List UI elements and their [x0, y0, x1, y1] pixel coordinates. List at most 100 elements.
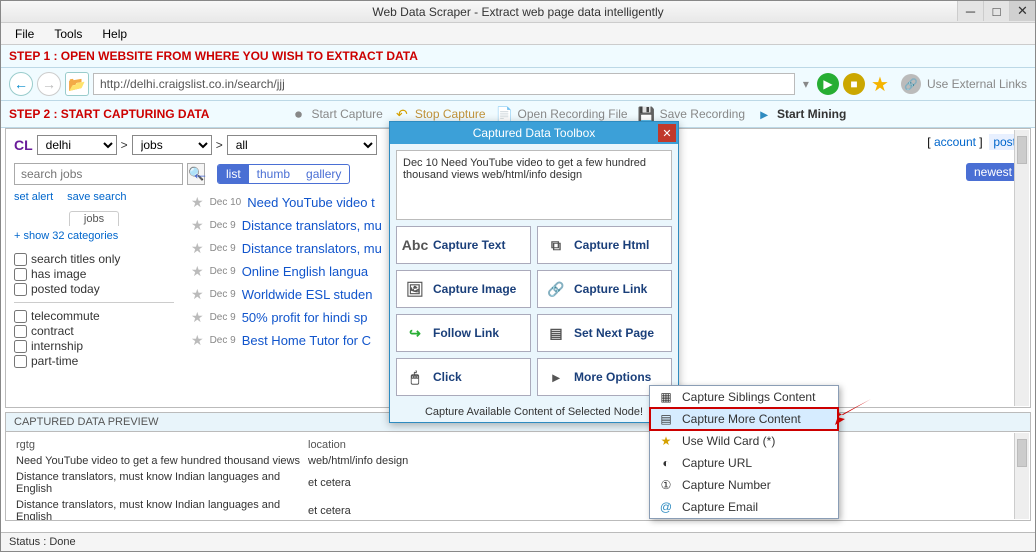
siblings-icon: ▦	[658, 390, 674, 404]
more-icon: ▸	[546, 367, 566, 387]
play-icon: ▸	[755, 105, 773, 123]
modal-close-button[interactable]: ✕	[658, 124, 676, 142]
sort-newest[interactable]: newest	[966, 163, 1020, 181]
star-icon[interactable]: ★	[191, 217, 204, 234]
cl-logo[interactable]: CL	[14, 137, 33, 153]
click-icon: 🖱	[405, 367, 425, 387]
url-dropdown-icon[interactable]: ▾	[799, 77, 813, 91]
star-icon[interactable]: ★	[191, 194, 204, 211]
start-capture-button[interactable]: ⏺Start Capture	[289, 105, 382, 123]
stop-button[interactable]: ■	[843, 73, 865, 95]
image-icon: 🖼	[405, 279, 425, 299]
ctx-wildcard[interactable]: ★Use Wild Card (*)	[650, 430, 838, 452]
link-icon: 🔗	[546, 279, 566, 299]
star-icon[interactable]: ★	[191, 286, 204, 303]
record-icon: ⏺	[289, 105, 307, 123]
menu-help[interactable]: Help	[94, 25, 135, 43]
click-button[interactable]: 🖱Click	[396, 358, 531, 396]
capture-text-button[interactable]: AbcCapture Text	[396, 226, 531, 264]
url-input[interactable]	[93, 73, 795, 95]
filter-has-image[interactable]: has image	[14, 267, 174, 281]
search-input[interactable]	[14, 163, 183, 185]
more-content-icon: ▤	[658, 412, 674, 426]
menu-tools[interactable]: Tools	[46, 25, 90, 43]
table-row: Distance translators, must know Indian l…	[16, 498, 1020, 520]
menu-bar: File Tools Help	[1, 23, 1035, 45]
star-icon[interactable]: ★	[191, 332, 204, 349]
filter-posted-today[interactable]: posted today	[14, 282, 174, 296]
set-alert-link[interactable]: set alert	[14, 191, 53, 203]
account-links: [ account ] post	[927, 135, 1020, 149]
forward-button[interactable]: →	[37, 72, 61, 96]
ctx-capture-more[interactable]: ▤Capture More Content	[650, 408, 838, 430]
set-next-page-button[interactable]: ▤Set Next Page	[537, 314, 672, 352]
favorite-button[interactable]: ★	[869, 73, 891, 95]
ctx-capture-number[interactable]: ①Capture Number	[650, 474, 838, 496]
table-row: Distance translators, must know Indian l…	[16, 470, 1020, 496]
preview-panel: CAPTURED DATA PREVIEW rgtglocation Need …	[5, 412, 1031, 521]
category-select[interactable]: jobs	[132, 135, 212, 155]
filter-internship[interactable]: internship	[14, 339, 174, 353]
filter-contract[interactable]: contract	[14, 324, 174, 338]
view-gallery[interactable]: gallery	[298, 165, 349, 183]
modal-title: Captured Data Toolbox ✕	[390, 122, 678, 144]
capture-image-button[interactable]: 🖼Capture Image	[396, 270, 531, 308]
table-row: Need YouTube video to get a few hundred …	[16, 454, 1020, 468]
capture-html-button[interactable]: ⧉Capture Html	[537, 226, 672, 264]
page-icon: ▤	[546, 323, 566, 343]
step2-label: STEP 2 : START CAPTURING DATA	[9, 107, 209, 121]
scrollbar[interactable]	[1014, 433, 1029, 519]
view-list[interactable]: list	[218, 165, 249, 183]
status-bar: Status : Done	[1, 532, 1035, 551]
ctx-capture-url[interactable]: ◐Capture URL	[650, 452, 838, 474]
external-links-toggle[interactable]: 🔗 Use External Links	[901, 74, 1027, 94]
scrollbar[interactable]	[1014, 130, 1029, 406]
number-icon: ①	[658, 478, 674, 492]
email-icon: @	[658, 500, 674, 514]
star-icon[interactable]: ★	[191, 240, 204, 257]
title-bar: Web Data Scraper - Extract web page data…	[1, 1, 1035, 23]
preview-table: rgtglocation Need YouTube video to get a…	[14, 436, 1022, 520]
captured-data-toolbox: Captured Data Toolbox ✕ Dec 10 Need YouT…	[389, 121, 679, 423]
prev-page-icon[interactable]: ←	[191, 163, 209, 184]
back-button[interactable]: ←	[9, 72, 33, 96]
capture-link-button[interactable]: 🔗Capture Link	[537, 270, 672, 308]
external-links-label: Use External Links	[927, 77, 1027, 91]
link-icon: 🔗	[901, 74, 921, 94]
star-icon[interactable]: ★	[191, 263, 204, 280]
star-icon[interactable]: ★	[191, 309, 204, 326]
modal-footer: Capture Available Content of Selected No…	[390, 402, 678, 422]
start-mining-button[interactable]: ▸Start Mining	[755, 105, 846, 123]
context-menu: ▦Capture Siblings Content ▤Capture More …	[649, 385, 839, 519]
maximize-button[interactable]: □	[983, 1, 1009, 21]
html-icon: ⧉	[546, 235, 566, 255]
jobs-tab[interactable]: jobs	[69, 211, 119, 226]
captured-text-box: Dec 10 Need YouTube video to get a few h…	[396, 150, 672, 220]
arrow-icon: ↪	[405, 323, 425, 343]
window-title: Web Data Scraper - Extract web page data…	[372, 5, 663, 19]
text-icon: Abc	[405, 235, 425, 255]
minimize-button[interactable]: ─	[957, 1, 983, 21]
filter-part-time[interactable]: part-time	[14, 354, 174, 368]
star-icon: ★	[658, 434, 674, 448]
close-button[interactable]: ✕	[1009, 1, 1035, 21]
open-folder-button[interactable]: 📂	[65, 72, 89, 96]
account-link[interactable]: account	[934, 135, 976, 149]
filter-telecommute[interactable]: telecommute	[14, 309, 174, 323]
ctx-capture-email[interactable]: @Capture Email	[650, 496, 838, 518]
subcategory-select[interactable]: all	[227, 135, 377, 155]
nav-bar: ← → 📂 ▾ ▶ ■ ★ 🔗 Use External Links	[1, 68, 1035, 101]
city-select[interactable]: delhi	[37, 135, 117, 155]
ctx-capture-siblings[interactable]: ▦Capture Siblings Content	[650, 386, 838, 408]
view-thumb[interactable]: thumb	[249, 165, 298, 183]
go-button[interactable]: ▶	[817, 73, 839, 95]
show-categories-link[interactable]: + show 32 categories	[14, 230, 174, 242]
sidebar: 🔍 set alert save search jobs + show 32 c…	[14, 163, 174, 369]
view-tabs: list thumb gallery	[217, 164, 350, 184]
follow-link-button[interactable]: ↪Follow Link	[396, 314, 531, 352]
url-icon: ◐	[658, 456, 674, 470]
menu-file[interactable]: File	[7, 25, 42, 43]
save-search-link[interactable]: save search	[67, 191, 126, 203]
filter-titles-only[interactable]: search titles only	[14, 252, 174, 266]
step1-label: STEP 1 : OPEN WEBSITE FROM WHERE YOU WIS…	[1, 45, 1035, 68]
